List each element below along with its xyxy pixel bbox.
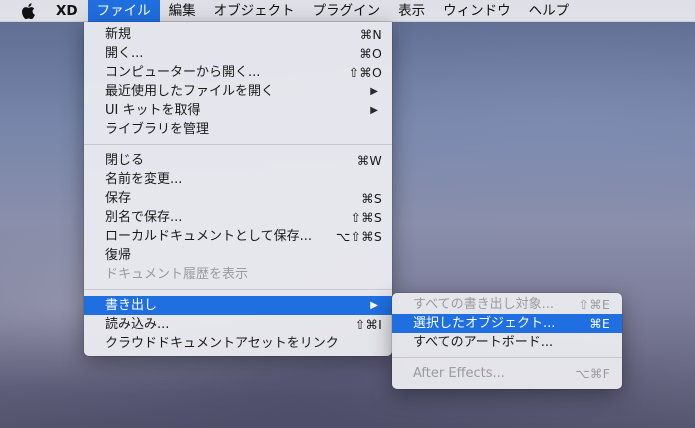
menu-item-label: ローカルドキュメントとして保存... (105, 229, 313, 244)
menu-item-revert[interactable]: 復帰 (84, 246, 392, 265)
menu-item-close[interactable]: 閉じる ⌘W (84, 151, 392, 170)
menu-item-export-selected[interactable]: 選択したオブジェクト... ⌘E (392, 314, 622, 333)
shortcut-label: ⌥⇧⌘S (335, 229, 382, 244)
menu-item-label: 名前を変更... (105, 172, 183, 187)
menu-item-label: 閉じる (105, 153, 145, 168)
menu-item-label: After Effects... (413, 366, 505, 381)
menubar-app-xd[interactable]: XD (52, 0, 88, 22)
menu-item-get-ui-kits[interactable]: UI キットを取得 ▶ (84, 101, 392, 120)
file-menu: 新規 ⌘N 開く... ⌘O コンピューターから開く... ⇧⌘O 最近使用した… (84, 22, 392, 356)
menu-item-label: クラウドドキュメントアセットをリンク (105, 336, 339, 351)
menu-item-label: すべてのアートボード... (413, 335, 554, 350)
submenu-arrow-icon: ▶ (370, 105, 378, 116)
shortcut-label: ⌘N (359, 27, 382, 42)
menu-item-label: ライブラリを管理 (105, 122, 210, 137)
menu-separator (84, 289, 392, 290)
shortcut-label: ⌥⌘F (575, 366, 610, 381)
menu-item-label: ドキュメント履歴を表示 (105, 267, 249, 282)
menu-item-label: 復帰 (105, 248, 132, 263)
menu-item-label: すべての書き出し対象... (413, 297, 554, 312)
shortcut-label: ⌘S (361, 191, 382, 206)
menubar-object[interactable]: オブジェクト (205, 0, 304, 22)
menu-item-label: 新規 (105, 27, 132, 42)
menu-item-open-from-computer[interactable]: コンピューターから開く... ⇧⌘O (84, 63, 392, 82)
menu-item-export-all-assets: すべての書き出し対象... ⇧⌘E (392, 295, 622, 314)
menu-item-export-after-effects: After Effects... ⌥⌘F (392, 364, 622, 383)
menu-item-label: 読み込み... (105, 317, 170, 332)
menubar-window[interactable]: ウィンドウ (434, 0, 520, 22)
export-submenu: すべての書き出し対象... ⇧⌘E 選択したオブジェクト... ⌘E すべてのア… (392, 293, 622, 389)
shortcut-label: ⇧⌘S (350, 210, 382, 225)
menubar-edit[interactable]: 編集 (160, 0, 205, 22)
menu-item-export[interactable]: 書き出し ▶ (84, 296, 392, 315)
submenu-arrow-icon: ▶ (370, 86, 378, 97)
menu-separator (392, 357, 622, 358)
menu-item-label: 保存 (105, 191, 132, 206)
menu-item-label: コンピューターから開く... (105, 65, 261, 80)
apple-icon[interactable] (18, 0, 38, 22)
menu-item-label: 書き出し (105, 298, 158, 313)
menu-item-show-version-history: ドキュメント履歴を表示 (84, 265, 392, 284)
shortcut-label: ⌘W (356, 153, 382, 168)
menu-item-save-as[interactable]: 別名で保存... ⇧⌘S (84, 208, 392, 227)
menu-item-open[interactable]: 開く... ⌘O (84, 44, 392, 63)
menu-item-link-cloud-assets[interactable]: クラウドドキュメントアセットをリンク (84, 334, 392, 353)
menu-item-label: 別名で保存... (105, 210, 183, 225)
menu-bar: XD ファイル 編集 オブジェクト プラグイン 表示 ウィンドウ ヘルプ (0, 0, 695, 22)
shortcut-label: ⌘O (359, 46, 382, 61)
menu-item-label: 最近使用したファイルを開く (105, 84, 275, 99)
shortcut-label: ⌘E (589, 316, 610, 331)
shortcut-label: ⇧⌘E (578, 297, 610, 312)
shortcut-label: ⇧⌘O (348, 65, 382, 80)
shortcut-label: ⇧⌘I (354, 317, 382, 332)
menu-item-rename[interactable]: 名前を変更... (84, 170, 392, 189)
menu-item-new[interactable]: 新規 ⌘N (84, 25, 392, 44)
menu-item-save-as-local[interactable]: ローカルドキュメントとして保存... ⌥⇧⌘S (84, 227, 392, 246)
menu-item-label: 開く... (105, 46, 144, 61)
menu-item-open-recent[interactable]: 最近使用したファイルを開く ▶ (84, 82, 392, 101)
menu-item-export-all-artboards[interactable]: すべてのアートボード... (392, 333, 622, 352)
menu-item-label: UI キットを取得 (105, 103, 201, 118)
menubar-view[interactable]: 表示 (389, 0, 434, 22)
menubar-file[interactable]: ファイル (87, 0, 160, 22)
menu-item-import[interactable]: 読み込み... ⇧⌘I (84, 315, 392, 334)
menubar-help[interactable]: ヘルプ (520, 0, 579, 22)
menubar-plugins[interactable]: プラグイン (304, 0, 390, 22)
menu-item-save[interactable]: 保存 ⌘S (84, 189, 392, 208)
menu-separator (84, 144, 392, 145)
menu-item-manage-libraries[interactable]: ライブラリを管理 (84, 120, 392, 139)
menu-item-label: 選択したオブジェクト... (413, 316, 556, 331)
submenu-arrow-icon: ▶ (370, 300, 378, 311)
